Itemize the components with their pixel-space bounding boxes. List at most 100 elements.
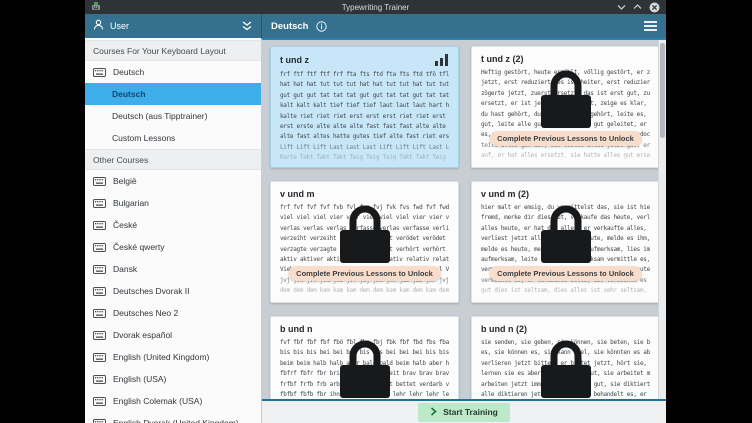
keyboard-icon <box>93 419 106 423</box>
info-icon[interactable] <box>316 21 327 32</box>
keyboard-icon <box>93 397 106 406</box>
keyboard-icon <box>93 243 106 252</box>
sidebar-item-deutsch-selected[interactable]: Deutsch <box>85 83 261 105</box>
screen: Typewriting Trainer <box>0 0 752 423</box>
preview-line: kalte riet riet riet erst erst erst riet… <box>280 112 449 122</box>
sidebar-item-course[interactable]: Dvorak español <box>85 324 261 346</box>
sidebar-item-course-group[interactable]: Deutsch <box>85 61 261 83</box>
sidebar-item-course[interactable]: Deutsches Dvorak II <box>85 280 261 302</box>
sidebar-item-label: Deutsches Dvorak II <box>113 286 190 296</box>
lock-icon <box>540 337 592 399</box>
sidebar-item-label: České <box>113 220 137 230</box>
scrollbar-handle[interactable] <box>660 43 665 138</box>
sidebar-item-label: Bulgarian <box>113 198 149 208</box>
lesson-card[interactable]: t und z frf ftf ftf ftf frf fta fts ftd … <box>270 46 459 168</box>
preview-line: auf, er hat alles ersetzt, sie hatte all… <box>481 151 650 161</box>
keyboard-icon <box>93 287 106 296</box>
preview-line: erst erste alte alte alte fast fast fast… <box>280 122 449 132</box>
keyboard-icon <box>93 375 106 384</box>
user-icon <box>93 17 104 35</box>
play-chevron-icon <box>430 407 437 418</box>
sidebar-item-course[interactable]: Dansk <box>85 258 261 280</box>
sidebar-item-custom-lessons[interactable]: Custom Lessons <box>85 127 261 149</box>
double-chevron-down-icon <box>241 21 253 31</box>
lesson-title: b und n <box>280 324 313 334</box>
lesson-card[interactable]: t und z (2) Heftig gestört, heute erzähl… <box>471 46 658 168</box>
sidebar-item-label: English Colemak (USA) <box>113 396 202 406</box>
start-button-label: Start Training <box>443 407 498 417</box>
unlock-hint-pill: Complete Previous Lessons to Unlock <box>489 266 642 281</box>
sidebar-item-label: English Dvorak (United Kingdom) <box>113 418 239 423</box>
keyboard-icon <box>93 309 106 318</box>
sidebar-item-course[interactable]: České <box>85 214 261 236</box>
sidebar-item-course[interactable]: Deutsches Neo 2 <box>85 302 261 324</box>
keyboard-icon <box>93 353 106 362</box>
sidebar-item-deutsch-tipptrainer[interactable]: Deutsch (aus Tipptrainer) <box>85 105 261 127</box>
lesson-area: t und z frf ftf ftf ftf frf fta fts ftd … <box>262 40 666 423</box>
sidebar-item-label: Deutsches Neo 2 <box>113 308 178 318</box>
lesson-card[interactable]: b und n fvf fbf fbf fbf fbö fbl fbm fbj … <box>270 316 459 399</box>
maximize-button[interactable] <box>633 3 642 11</box>
lesson-preview-text: frf ftf ftf ftf frf fta fts ftd fta fts … <box>271 68 458 164</box>
preview-line: dem dem dem kam kam kam dem dem kam kam … <box>280 286 449 296</box>
course-sidebar: Courses For Your Keyboard Layout Deutsch… <box>85 40 262 423</box>
preview-line: Lift Lift Lift Last Last Last Lift Lift … <box>280 143 449 153</box>
section-courses-for-layout: Courses For Your Keyboard Layout <box>85 40 261 61</box>
user-panel-toggle[interactable]: User <box>85 14 262 40</box>
keyboard-icon <box>93 199 106 208</box>
footer-bar: Start Training <box>262 399 666 423</box>
keyboard-icon <box>93 265 106 274</box>
lesson-grid: t und z frf ftf ftf ftf frf fta fts ftd … <box>262 40 658 399</box>
preview-line: hat hat hat tut tut tut hat hat tut tut … <box>280 80 449 90</box>
content: Courses For Your Keyboard Layout Deutsch… <box>85 40 666 423</box>
preview-line: frf ftf ftf ftf frf fta fts ftd fta fts … <box>280 70 449 80</box>
unlock-hint-pill: Complete Previous Lessons to Unlock <box>288 266 441 281</box>
close-button[interactable] <box>649 2 660 13</box>
minimize-button[interactable] <box>617 3 626 11</box>
sidebar-item-label: Deutsch <box>113 67 144 77</box>
lesson-title: b und n (2) <box>481 324 527 334</box>
bar-chart-icon <box>435 54 449 66</box>
start-training-button[interactable]: Start Training <box>418 403 510 422</box>
lesson-card[interactable]: v und m (2) hier malt er emsig, du vermi… <box>471 181 658 303</box>
main-header: Deutsch <box>262 14 666 40</box>
sidebar-item-label: Dansk <box>113 264 137 274</box>
sidebar-item-label: English (United Kingdom) <box>113 352 209 362</box>
window-title: Typewriting Trainer <box>85 3 666 12</box>
app-window: Typewriting Trainer <box>85 0 666 423</box>
vertical-scrollbar[interactable] <box>658 40 666 399</box>
sidebar-item-course[interactable]: English Colemak (USA) <box>85 390 261 412</box>
lesson-title: v und m <box>280 189 315 199</box>
header: User Deutsch <box>85 14 666 40</box>
lesson-title: t und z <box>280 55 309 65</box>
sidebar-item-course[interactable]: Bulgarian <box>85 192 261 214</box>
lock-icon <box>540 67 592 134</box>
sidebar-item-course[interactable]: English Dvorak (United Kingdom) <box>85 412 261 423</box>
sidebar-item-label: Custom Lessons <box>112 133 175 143</box>
unlock-hint-pill: Complete Previous Lessons to Unlock <box>489 131 642 146</box>
course-title: Deutsch <box>271 21 308 32</box>
keyboard-icon <box>93 177 106 186</box>
preview-line: kalt kalt kalt tief tief tief laut laut … <box>280 101 449 111</box>
sidebar-item-label: English (USA) <box>113 374 166 384</box>
sidebar-item-label: Deutsch <box>112 89 146 99</box>
keyboard-icon <box>93 331 106 340</box>
hamburger-menu-icon[interactable] <box>644 21 657 31</box>
lock-icon <box>339 202 391 269</box>
preview-line: gut gut gut tat tat tat gut gut tat tat … <box>280 91 449 101</box>
lesson-card[interactable]: v und m frf fvf fvf fvf fvb fvl fvm fvj … <box>270 181 459 303</box>
user-label: User <box>110 21 129 31</box>
sidebar-item-course[interactable]: België <box>85 170 261 192</box>
lesson-card[interactable]: b und n (2) sie senden, sie geben, sie k… <box>471 316 658 399</box>
preview-line: alte fast altes hatte gutes tief alte fa… <box>280 132 449 142</box>
sidebar-item-course[interactable]: English (USA) <box>85 368 261 390</box>
sidebar-item-label: Deutsch (aus Tipptrainer) <box>112 111 207 121</box>
lock-icon <box>339 337 391 399</box>
lesson-title: t und z (2) <box>481 54 524 64</box>
lock-icon <box>540 202 592 269</box>
titlebar: Typewriting Trainer <box>85 0 666 14</box>
keyboard-icon <box>93 221 106 230</box>
sidebar-item-course[interactable]: English (United Kingdom) <box>85 346 261 368</box>
sidebar-item-course[interactable]: České qwerty <box>85 236 261 258</box>
keyboard-icon <box>93 68 106 77</box>
